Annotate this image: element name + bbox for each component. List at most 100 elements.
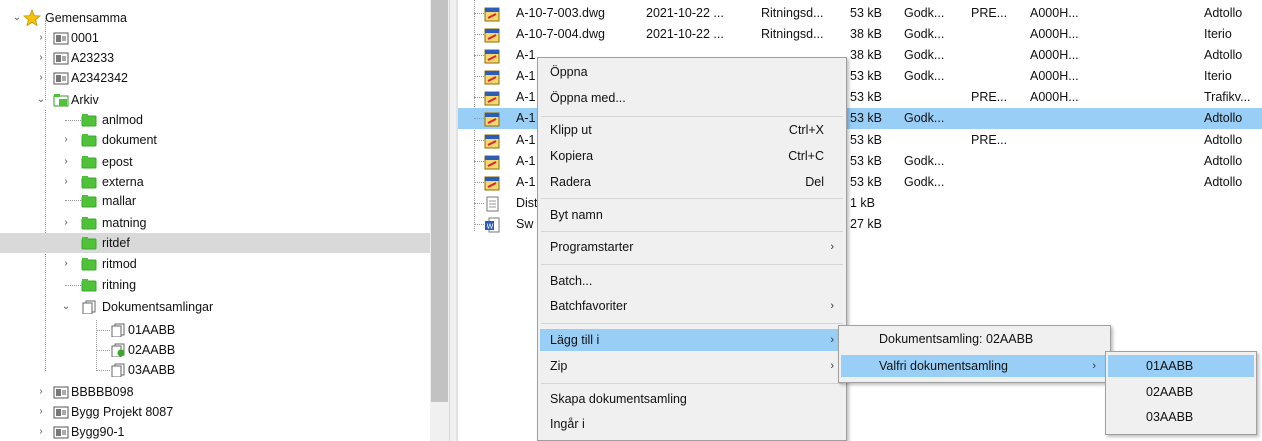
submenu-item-any-collection[interactable]: Valfri dokumentsamling › bbox=[841, 355, 1108, 377]
menu-item-cut[interactable]: Klipp ut Ctrl+X bbox=[540, 119, 844, 141]
project-icon bbox=[53, 71, 69, 85]
tree-node-collection[interactable]: 03AABB bbox=[0, 360, 430, 380]
tree-node-collection[interactable]: 02AABB bbox=[0, 340, 430, 360]
menu-item-add-to[interactable]: Lägg till i › bbox=[540, 329, 844, 351]
file-date: 2021-10-22 ... bbox=[646, 27, 724, 41]
file-row[interactable]: A-10-7-003.dwg 2021-10-22 ... Ritningsd...… bbox=[458, 3, 1262, 24]
file-tree-guide bbox=[474, 97, 484, 98]
file-size: 53 kB bbox=[850, 90, 882, 104]
tree-node-gemensamma[interactable]: ⌄ Gemensamma bbox=[0, 8, 430, 28]
tree-node-folder[interactable]: › dokument bbox=[0, 130, 430, 150]
tree-node-label: A23233 bbox=[71, 51, 115, 65]
menu-item-program-launcher[interactable]: Programstarter › bbox=[540, 236, 844, 258]
collection-item-02aabb[interactable]: 02AABB bbox=[1108, 381, 1254, 403]
chevron-right-icon[interactable]: › bbox=[36, 28, 46, 48]
chevron-right-icon[interactable]: › bbox=[61, 254, 71, 274]
project-icon bbox=[53, 425, 69, 439]
tree-node-folder[interactable]: anlmod bbox=[0, 110, 430, 130]
chevron-down-icon[interactable]: ⌄ bbox=[12, 8, 22, 28]
chevron-right-icon[interactable]: › bbox=[36, 382, 46, 402]
document-collection-icon bbox=[110, 323, 126, 338]
chevron-right-icon[interactable]: › bbox=[36, 48, 46, 68]
file-tree-guide bbox=[474, 13, 484, 14]
dwg-file-icon bbox=[484, 48, 501, 64]
tree-node-folder[interactable]: › externa bbox=[0, 172, 430, 192]
file-size: 38 kB bbox=[850, 48, 882, 62]
tree-node-project[interactable]: › A2342342 bbox=[0, 68, 430, 88]
tree-scrollbar-thumb[interactable] bbox=[431, 0, 448, 402]
submenu-add-to[interactable]: Dokumentsamling: 02AABB Valfri dokuments… bbox=[838, 325, 1111, 383]
dwg-file-icon bbox=[484, 69, 501, 85]
text-file-icon bbox=[484, 196, 501, 212]
document-collection-checked-icon bbox=[110, 343, 126, 358]
file-name: A-1 bbox=[516, 154, 536, 168]
folder-icon bbox=[81, 257, 97, 271]
menu-item-batch-favorites[interactable]: Batchfavoriter › bbox=[540, 295, 844, 317]
file-owner: Adtollo bbox=[1204, 6, 1243, 20]
dwg-file-icon bbox=[484, 133, 501, 149]
menu-item-open-with[interactable]: Öppna med... bbox=[540, 87, 844, 109]
menu-item-label: Valfri dokumentsamling bbox=[879, 359, 1008, 373]
chevron-right-icon[interactable]: › bbox=[61, 213, 71, 233]
tree-node-project[interactable]: › BBBBB098 bbox=[0, 382, 430, 402]
folder-tree[interactable]: ⌄ Gemensamma › 0001 › A23233 › A2342342 … bbox=[0, 0, 430, 441]
file-name: Sw bbox=[516, 217, 534, 231]
tree-node-project[interactable]: › Bygg Projekt 8087 bbox=[0, 402, 430, 422]
tree-node-folder-selected[interactable]: ritdef bbox=[0, 233, 430, 253]
tree-node-project[interactable]: › 0001 bbox=[0, 28, 430, 48]
menu-item-copy[interactable]: Kopiera Ctrl+C bbox=[540, 145, 844, 167]
chevron-down-icon[interactable]: ⌄ bbox=[61, 297, 71, 317]
file-row[interactable]: A-10-7-004.dwg 2021-10-22 ... Ritningsd...… bbox=[458, 24, 1262, 45]
menu-item-rename[interactable]: Byt namn bbox=[540, 204, 844, 226]
submenu-collections[interactable]: 01AABB 02AABB 03AABB bbox=[1105, 351, 1257, 435]
menu-item-included-in[interactable]: Ingår i bbox=[540, 413, 844, 435]
tree-node-document-collections[interactable]: ⌄ Dokumentsamlingar bbox=[0, 297, 430, 317]
tree-node-folder[interactable]: › matning bbox=[0, 213, 430, 233]
chevron-down-icon[interactable]: ⌄ bbox=[36, 90, 46, 110]
tree-node-arkiv[interactable]: ⌄ Arkiv bbox=[0, 90, 430, 110]
menu-item-label: 03AABB bbox=[1146, 410, 1194, 424]
file-owner: Iterio bbox=[1204, 27, 1232, 41]
tree-node-collection[interactable]: 01AABB bbox=[0, 320, 430, 340]
chevron-right-icon[interactable]: › bbox=[36, 422, 46, 441]
menu-item-label: Zip bbox=[550, 359, 568, 373]
file-tree-guide bbox=[474, 203, 484, 204]
menu-item-open[interactable]: Öppna bbox=[540, 61, 844, 83]
menu-item-create-collection[interactable]: Skapa dokumentsamling bbox=[540, 388, 844, 410]
tree-node-folder[interactable]: ritning bbox=[0, 275, 430, 295]
menu-item-zip[interactable]: Zip › bbox=[540, 355, 844, 377]
chevron-right-icon[interactable]: › bbox=[61, 130, 71, 150]
tree-node-folder[interactable]: › ritmod bbox=[0, 254, 430, 274]
submenu-item-collection-02aabb[interactable]: Dokumentsamling: 02AABB bbox=[841, 328, 1108, 350]
document-collection-icon bbox=[110, 363, 126, 378]
menu-item-label: Radera bbox=[550, 175, 591, 189]
tree-node-project[interactable]: › Bygg90-1 bbox=[0, 422, 430, 441]
collection-item-03aabb[interactable]: 03AABB bbox=[1108, 406, 1254, 428]
tree-node-folder[interactable]: › epost bbox=[0, 152, 430, 172]
menu-separator bbox=[541, 383, 843, 384]
dwg-file-icon bbox=[484, 90, 501, 106]
project-icon bbox=[53, 405, 69, 419]
chevron-right-icon[interactable]: › bbox=[36, 402, 46, 422]
tree-node-label: ritdef bbox=[102, 236, 130, 250]
chevron-right-icon: › bbox=[830, 334, 834, 346]
folder-icon bbox=[81, 175, 97, 189]
chevron-right-icon[interactable]: › bbox=[61, 152, 71, 172]
menu-item-batch[interactable]: Batch... bbox=[540, 270, 844, 292]
dwg-file-icon bbox=[484, 111, 501, 127]
chevron-right-icon[interactable]: › bbox=[36, 68, 46, 88]
menu-item-delete[interactable]: Radera Del bbox=[540, 171, 844, 193]
chevron-right-icon[interactable]: › bbox=[61, 172, 71, 192]
collection-item-01aabb[interactable]: 01AABB bbox=[1108, 355, 1254, 377]
file-name: A-1 bbox=[516, 175, 536, 189]
file-tree-guide bbox=[474, 118, 484, 119]
tree-node-project[interactable]: › A23233 bbox=[0, 48, 430, 68]
file-column: A000H... bbox=[1030, 69, 1079, 83]
context-menu[interactable]: Öppna Öppna med... Klipp ut Ctrl+X Kopier… bbox=[537, 57, 847, 441]
folder-icon bbox=[81, 236, 97, 250]
tree-node-label: Dokumentsamlingar bbox=[102, 300, 214, 314]
star-icon bbox=[23, 8, 41, 27]
document-collection-icon bbox=[81, 300, 97, 315]
menu-separator bbox=[541, 323, 843, 324]
tree-node-folder[interactable]: mallar bbox=[0, 191, 430, 211]
